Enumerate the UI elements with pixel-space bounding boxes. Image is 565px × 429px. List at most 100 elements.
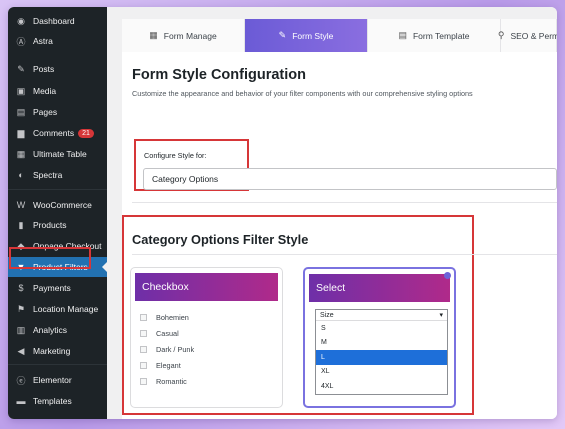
sidebar-item-label: WooCommerce [33,200,92,210]
tab-bar: ▦ Form Manage ✎ Form Style ▤ Form Template ⚲ SE… [122,19,557,52]
analytics-icon: ▥ [16,324,26,335]
tab-label: Form Manage [163,30,217,41]
divider [132,254,557,255]
size-option-m[interactable]: M [316,336,447,351]
sidebar-item-elementor[interactable]: ⓔ Elementor [8,370,107,390]
sidebar-item-label: Onpage Checkout [33,241,102,251]
tab-form-style[interactable]: ✎ Form Style [245,19,368,52]
sidebar-item-label: Templates [33,396,72,406]
sidebar-item-onpage-checkout[interactable]: ◆ Onpage Checkout [8,236,107,256]
checkout-icon: ◆ [17,240,25,251]
size-option-l[interactable]: L [316,350,447,365]
sidebar-item-label: Pages [33,107,58,117]
comment-icon: ▆ [17,127,25,138]
sidebar-item-media[interactable]: ▣ Media [8,81,107,101]
tab-form-manage[interactable]: ▦ Form Manage [122,19,245,52]
tab-form-template[interactable]: ▤ Form Template [368,19,501,52]
sidebar-item-label: Dashboard [33,16,75,26]
sidebar-item-label: Posts [33,64,55,74]
checkbox-option-label: Casual [156,328,179,338]
tab-seo-perm[interactable]: ⚲ SEO & Perm [497,19,557,52]
brush-icon: ✎ [278,30,287,40]
sidebar-item-dashboard[interactable]: ◉ Dashboard [8,11,107,31]
seo-icon: ⚲ [497,30,505,40]
checkbox-option-label: Dark / Punk [156,344,195,354]
sidebar-item-label: Media [33,86,57,96]
app-window: ◉ Dashboard Ⓐ Astra ✎ Posts ▣ Media ▤ Pages ▆ Comme… [8,7,557,419]
location-icon: ⚑ [16,303,26,314]
checkbox-option-label: Romantic [156,376,187,386]
sidebar-divider [8,364,107,365]
configure-label: Configure Style for: [144,151,207,160]
size-select-dropdown[interactable]: Size ▾ S M L XL 4XL [315,309,448,395]
sidebar-item-spectra[interactable]: ◐ Spectra [8,165,107,185]
checkbox-card-header: Checkbox [135,273,278,301]
checkbox-option[interactable]: Casual [140,327,179,339]
size-select-placeholder: Size [320,311,334,319]
chevron-down-icon: ▾ [439,312,443,319]
sidebar-item-label: Comments [33,128,75,138]
tab-label: SEO & Perm [510,30,557,41]
checkbox-style-card[interactable]: Checkbox Bohemien Casual Dark / Punk Elegan… [130,267,283,408]
sidebar-item-posts[interactable]: ✎ Posts [8,59,107,79]
select-card-header: Select [309,274,450,302]
main-content: ▦ Form Manage ✎ Form Style ▤ Form Template ⚲ SE… [107,7,557,419]
sidebar-item-pages[interactable]: ▤ Pages [8,102,107,122]
templates-icon: ▬ [16,396,26,406]
sidebar-item-label: Elementor [33,375,72,385]
sidebar-item-products[interactable]: ▮ Products [8,215,107,235]
sidebar-item-templates[interactable]: ▬ Templates [8,391,107,411]
tab-label: Form Style [292,30,334,41]
sidebar-item-label: Payments [33,283,71,293]
size-option-s[interactable]: S [316,321,447,336]
sidebar-item-label: Analytics [33,325,68,335]
spectra-icon: ◐ [18,170,24,180]
checkbox-option[interactable]: Elegant [140,359,181,371]
sidebar-item-comments[interactable]: ▆ Comments 21 [8,123,107,143]
sidebar-item-location-manage[interactable]: ⚑ Location Manage [8,299,107,319]
sidebar-item-label: Astra [33,36,53,46]
filter-icon: ▼ [16,262,26,272]
sidebar-item-label: Spectra [33,170,63,180]
astra-icon: Ⓐ [16,36,26,47]
products-icon: ▮ [18,219,24,230]
checkbox-input[interactable] [140,377,147,385]
sidebar-divider [8,189,107,190]
pages-icon: ▤ [16,106,26,117]
woocommerce-icon: W [16,200,26,210]
checkbox-option[interactable]: Romantic [140,375,187,387]
selected-indicator-icon [444,272,451,279]
elementor-icon: ⓔ [16,375,26,386]
sidebar-item-astra[interactable]: Ⓐ Astra [8,31,107,51]
sidebar-item-label: Marketing [33,346,71,356]
checkbox-input[interactable] [140,345,147,353]
checkbox-option[interactable]: Bohemien [140,311,189,323]
size-option-xl[interactable]: XL [316,365,447,380]
sidebar-item-label: Ultimate Table [33,149,87,159]
sidebar-item-label: Location Manage [33,304,99,314]
sidebar-item-marketing[interactable]: ◀ Marketing [8,341,107,361]
size-option-4xl[interactable]: 4XL [316,379,447,394]
admin-sidebar: ◉ Dashboard Ⓐ Astra ✎ Posts ▣ Media ▤ Pages ▆ Comme… [8,7,108,419]
dashboard-icon: ◉ [17,15,25,26]
sidebar-item-ultimate-table[interactable]: ▦ Ultimate Table [8,144,107,164]
checkbox-input[interactable] [140,313,147,321]
sidebar-item-label: Products [33,220,67,230]
size-select-head[interactable]: Size ▾ [316,310,447,321]
select-style-card[interactable]: Select Size ▾ S M L XL 4XL [303,267,456,408]
checkbox-input[interactable] [140,329,147,337]
pin-icon: ✎ [17,63,25,74]
checkbox-option[interactable]: Dark / Punk [140,343,194,355]
sidebar-item-woocommerce[interactable]: W WooCommerce [8,195,107,215]
comment-count-badge: 21 [78,128,94,138]
configure-style-select[interactable]: Category Options [143,168,557,190]
sidebar-item-product-filters[interactable]: ▼ Product Filters [8,257,108,277]
checkbox-option-label: Elegant [156,360,181,370]
style-panel: Form Style Configuration Customize the a… [122,52,557,419]
checkbox-input[interactable] [140,361,147,369]
tab-label: Form Template [412,30,470,41]
sidebar-item-payments[interactable]: $ Payments [8,278,107,298]
megaphone-icon: ◀ [17,345,25,356]
table-icon: ▦ [16,148,26,159]
sidebar-item-analytics[interactable]: ▥ Analytics [8,320,107,340]
